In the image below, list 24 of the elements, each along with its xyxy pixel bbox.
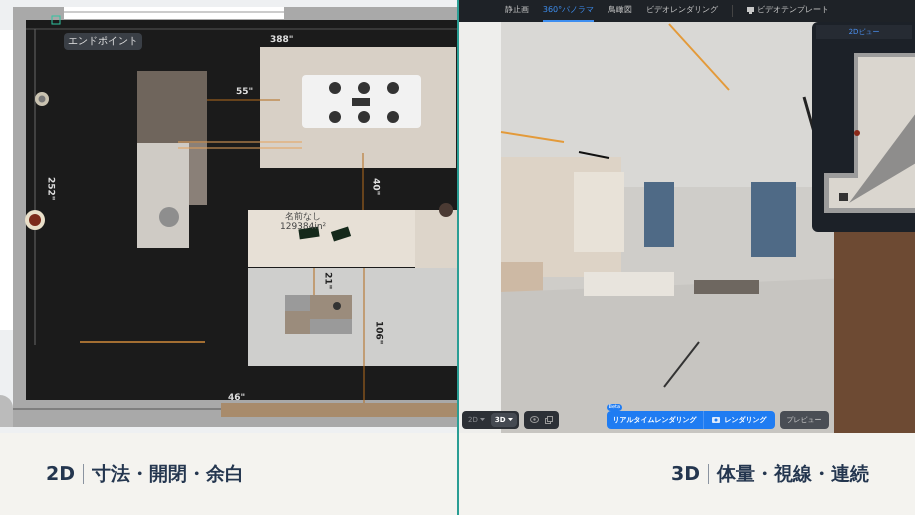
- room-name: 名前なし: [285, 212, 322, 222]
- caption-label: 2D: [46, 462, 75, 487]
- caption-text: 体量・視線・連続: [717, 462, 869, 487]
- room-area: 129384in²: [280, 222, 326, 232]
- view-tab[interactable]: 360°パノラマ: [542, 0, 594, 22]
- caret-icon: [508, 418, 513, 422]
- eye-icon[interactable]: [530, 416, 539, 424]
- dimension-label: 388": [270, 34, 294, 47]
- template-icon: [747, 6, 754, 14]
- dimension-label: 106": [372, 321, 384, 344]
- camera-icon: [712, 416, 720, 424]
- caret-icon: [480, 418, 485, 422]
- copy-icon[interactable]: [544, 416, 553, 424]
- endpoint-tooltip: エンドポイント: [64, 33, 142, 50]
- view-tab[interactable]: 鳥瞰図: [608, 0, 632, 22]
- view-tab[interactable]: 静止画: [504, 0, 529, 22]
- caption-text: 寸法・開閉・余白: [92, 462, 244, 487]
- dimension-label: 55": [236, 86, 254, 99]
- dimension-label: 21": [321, 272, 334, 290]
- view-tab[interactable]: ビデオテンプレート: [747, 0, 830, 22]
- caption-label: 3D: [671, 462, 700, 487]
- dimension-label: 40": [369, 178, 382, 196]
- view-tab[interactable]: ビデオレンダリング: [646, 0, 718, 22]
- dimension-label: 252": [44, 177, 56, 200]
